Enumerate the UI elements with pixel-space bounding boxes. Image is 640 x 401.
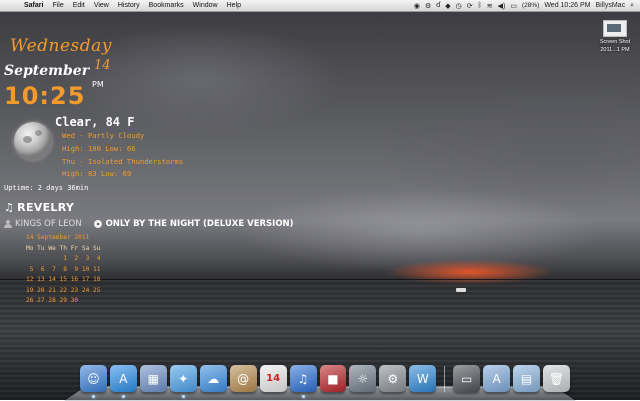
album-name: ONLY BY THE NIGHT (DELUXE VERSION) bbox=[105, 219, 294, 229]
gear-icon[interactable]: ⚙ bbox=[425, 2, 431, 10]
sync-icon[interactable]: ⟳ bbox=[467, 2, 473, 10]
desktop-stack-icon[interactable]: ▭ bbox=[453, 365, 481, 392]
menu-help[interactable]: Help bbox=[227, 2, 241, 9]
menu-clock[interactable]: Wed 10:26 PM bbox=[544, 2, 590, 9]
calendar-week-4: 19 20 21 22 23 24 25 bbox=[26, 286, 101, 294]
forecast-line-3: Thu - Isolated Thunderstorms bbox=[62, 157, 184, 166]
wifi-icon[interactable]: ≋ bbox=[487, 2, 493, 10]
weather-current: Clear, 84 F bbox=[55, 115, 135, 129]
now-playing-details: KINGS OF LEON ONLY BY THE NIGHT (DELUXE … bbox=[4, 219, 294, 229]
desktop-file-screenshot[interactable]: Screen Shot 2011...1 PM bbox=[595, 20, 635, 53]
uptime-text: Uptime: 2 days 36min bbox=[4, 184, 89, 192]
script-icon[interactable]: ɗ bbox=[436, 2, 440, 9]
forecast-line-2: High: 100 Low: 66 bbox=[62, 144, 136, 153]
calendar-week-2: 5 6 7 8 9 10 11 bbox=[26, 265, 101, 273]
menu-view[interactable]: View bbox=[94, 2, 109, 9]
address-book-icon[interactable]: @ bbox=[229, 365, 257, 392]
menu-bookmarks[interactable]: Bookmarks bbox=[149, 2, 184, 9]
menu-bar: Safari File Edit View History Bookmarks … bbox=[0, 0, 640, 12]
spotlight-icon[interactable]: ⌕ bbox=[630, 2, 634, 10]
forecast-line-1: Wed - Partly Cloudy bbox=[62, 131, 145, 140]
safari-icon[interactable]: ✦ bbox=[169, 365, 197, 398]
photo-booth-icon[interactable]: ■ bbox=[319, 365, 347, 392]
applications-folder-icon[interactable]: A bbox=[483, 365, 511, 392]
app-store-icon[interactable]: A bbox=[109, 365, 137, 398]
dock-icons: ☺ A ▦ ✦ ☁ @14 ♫ ■ ☼ ⚙ W ▭ A ▤ 🗑 bbox=[80, 362, 570, 398]
geektool-day: Wednesday bbox=[10, 36, 112, 56]
user-menu[interactable]: BillysMac bbox=[596, 2, 626, 9]
artist-icon bbox=[4, 220, 12, 228]
track-title-text: REVELRY bbox=[17, 201, 75, 214]
calendar-header: 14 September 2011 bbox=[26, 234, 90, 241]
menu-edit[interactable]: Edit bbox=[73, 2, 85, 9]
menu-history[interactable]: History bbox=[118, 2, 140, 9]
bluetooth-icon[interactable]: ᛒ bbox=[478, 2, 482, 9]
dock: ☺ A ▦ ✦ ☁ @14 ♫ ■ ☼ ⚙ W ▭ A ▤ 🗑 bbox=[64, 362, 576, 401]
wallpaper-boat bbox=[456, 288, 466, 292]
finder-icon[interactable]: ☺ bbox=[80, 365, 107, 398]
calendar-weekdays: Mo Tu We Th Fr Sa Su bbox=[26, 244, 101, 252]
artist-name: KINGS OF LEON bbox=[15, 219, 82, 229]
moon-phase-icon bbox=[14, 122, 52, 160]
menu-extras: ◉ ⚙ ɗ ◆ ◷ ⟳ ᛒ ≋ ◀) ▭ (28%) Wed 10:26 PM … bbox=[414, 0, 634, 11]
album-disc-icon bbox=[93, 220, 102, 228]
geektool-icon[interactable]: ◉ bbox=[414, 2, 420, 10]
screenshot-thumbnail-icon bbox=[603, 20, 627, 37]
ical-icon[interactable]: 14 bbox=[259, 365, 287, 392]
now-playing-track: ♫ REVELRY bbox=[4, 201, 74, 214]
menu-app-safari[interactable]: Safari bbox=[24, 2, 43, 9]
calendar-week-1: 1 2 3 4 bbox=[26, 255, 101, 262]
ichat-icon[interactable]: ☁ bbox=[199, 365, 227, 392]
music-note-icon: ♫ bbox=[4, 201, 15, 214]
trash-icon[interactable]: 🗑 bbox=[543, 365, 570, 392]
geektool-time: 10:25 bbox=[4, 82, 86, 110]
system-preferences-icon[interactable]: ⚙ bbox=[379, 365, 407, 392]
volume-icon[interactable]: ◀) bbox=[498, 2, 506, 10]
documents-folder-icon[interactable]: ▤ bbox=[513, 365, 541, 392]
preview-icon[interactable]: ▦ bbox=[139, 365, 167, 392]
geektool-ampm: PM bbox=[92, 80, 104, 89]
forecast-line-4: High: 83 Low: 69 bbox=[62, 169, 132, 178]
geektool-date: 14 bbox=[94, 58, 111, 73]
battery-icon[interactable]: ▭ bbox=[510, 2, 517, 10]
word-icon[interactable]: W bbox=[409, 365, 437, 392]
time-machine-icon[interactable]: ◷ bbox=[456, 2, 462, 10]
calendar-week-5: 26 27 28 29 30 bbox=[26, 297, 79, 304]
calendar-week-3: 12 13 14 15 16 17 18 bbox=[26, 276, 101, 283]
menu-file[interactable]: File bbox=[52, 2, 63, 9]
itunes-icon[interactable]: ♫ bbox=[289, 365, 317, 398]
desktop-file-label-1: Screen Shot bbox=[599, 39, 631, 45]
calendar-widget: 14 September 2011 Mo Tu We Th Fr Sa Su 1… bbox=[26, 233, 101, 307]
battery-percent[interactable]: (28%) bbox=[522, 2, 539, 9]
menu-window[interactable]: Window bbox=[193, 2, 218, 9]
iphoto-icon[interactable]: ☼ bbox=[349, 365, 377, 392]
dropbox-icon[interactable]: ◆ bbox=[445, 2, 450, 10]
geektool-month: September bbox=[4, 63, 90, 79]
desktop-file-label-2: 2011...1 PM bbox=[600, 47, 630, 53]
dock-separator bbox=[444, 366, 446, 392]
